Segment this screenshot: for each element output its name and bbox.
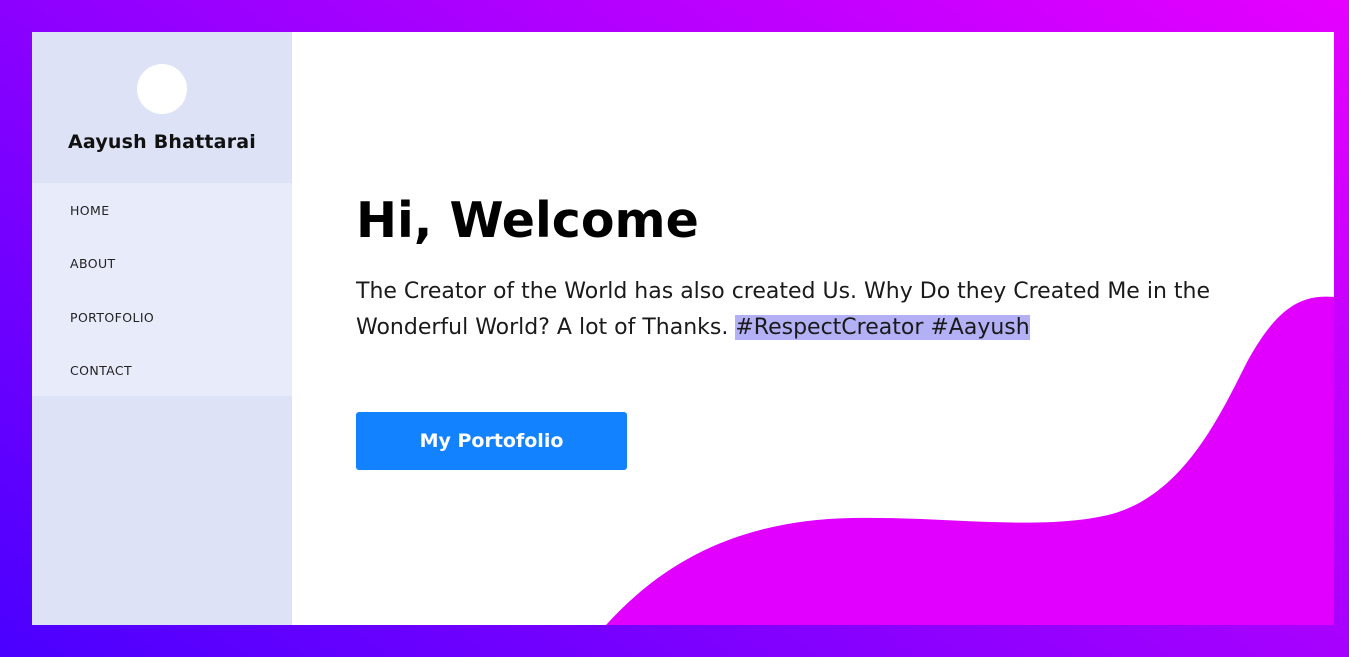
avatar (137, 64, 187, 114)
nav-item-home[interactable]: HOME (32, 183, 292, 236)
nav-item-label: HOME (70, 203, 110, 218)
profile-section: Aayush Bhattarai (32, 32, 292, 183)
my-portofolio-button[interactable]: My Portofolio (356, 412, 627, 470)
sidebar: Aayush Bhattarai HOME ABOUT PORTOFOLIO C… (32, 32, 292, 625)
nav-item-label: CONTACT (70, 363, 133, 378)
nav-item-portofolio[interactable]: PORTOFOLIO (32, 290, 292, 343)
nav-item-label: ABOUT (70, 256, 116, 271)
profile-name: Aayush Bhattarai (67, 131, 257, 153)
main-content: Hi, Welcome The Creator of the World has… (292, 32, 1334, 625)
nav-item-contact[interactable]: CONTACT (32, 343, 292, 396)
page-frame: Aayush Bhattarai HOME ABOUT PORTOFOLIO C… (32, 32, 1334, 625)
welcome-heading: Hi, Welcome (356, 192, 699, 249)
intro-paragraph: The Creator of the World has also create… (356, 274, 1256, 346)
hashtag-highlight: #RespectCreator #Aayush (735, 315, 1030, 340)
nav-item-label: PORTOFOLIO (70, 310, 155, 325)
nav-item-about[interactable]: ABOUT (32, 236, 292, 289)
nav-menu: HOME ABOUT PORTOFOLIO CONTACT (32, 183, 292, 396)
